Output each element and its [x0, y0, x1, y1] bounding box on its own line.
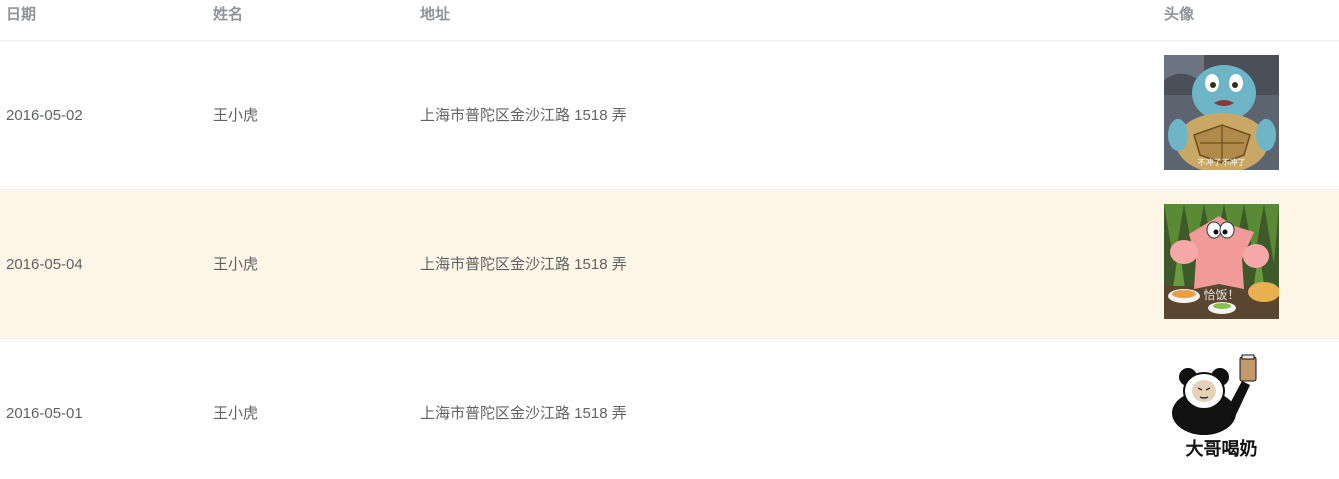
panda-meme-image: 大哥喝奶 — [1164, 351, 1279, 466]
cell-name: 王小虎 — [213, 107, 259, 124]
patrick-star-meme-image: 恰饭！ — [1164, 204, 1279, 319]
table-row[interactable]: 2016-05-01 王小虎 上海市普陀区金沙江路 1518 弄 大哥喝奶 — [0, 339, 1339, 479]
cell-name: 王小虎 — [213, 405, 259, 422]
data-table: 日期 姓名 地址 头像 2016-05-02 王小虎 上海市普陀区金沙江路 15… — [0, 0, 1339, 479]
cell-date: 2016-05-01 — [6, 405, 83, 422]
table-header: 日期 姓名 地址 头像 — [0, 0, 1339, 41]
cell-address: 上海市普陀区金沙江路 1518 弄 — [420, 256, 627, 273]
table-row[interactable]: 2016-05-02 王小虎 上海市普陀区金沙江路 1518 弄 不冲了不冲了 — [0, 41, 1339, 190]
cell-address: 上海市普陀区金沙江路 1518 弄 — [420, 107, 627, 124]
cell-date: 2016-05-02 — [6, 107, 83, 124]
header-name[interactable]: 姓名 — [213, 0, 243, 30]
cell-address: 上海市普陀区金沙江路 1518 弄 — [420, 405, 627, 422]
avatar-caption: 恰饭！ — [1203, 288, 1240, 302]
table-row[interactable]: 2016-05-04 王小虎 上海市普陀区金沙江路 1518 弄 恰饭！ — [0, 190, 1339, 339]
cell-date: 2016-05-04 — [6, 256, 83, 273]
avatar-caption: 大哥喝奶 — [1185, 439, 1258, 460]
header-avatar[interactable]: 头像 — [1164, 0, 1194, 30]
avatar-caption: 不冲了不冲了 — [1197, 158, 1246, 167]
header-address[interactable]: 地址 — [420, 0, 450, 30]
cell-name: 王小虎 — [213, 256, 259, 273]
header-date[interactable]: 日期 — [6, 0, 36, 30]
squirtle-meme-image: 不冲了不冲了 — [1164, 55, 1279, 170]
